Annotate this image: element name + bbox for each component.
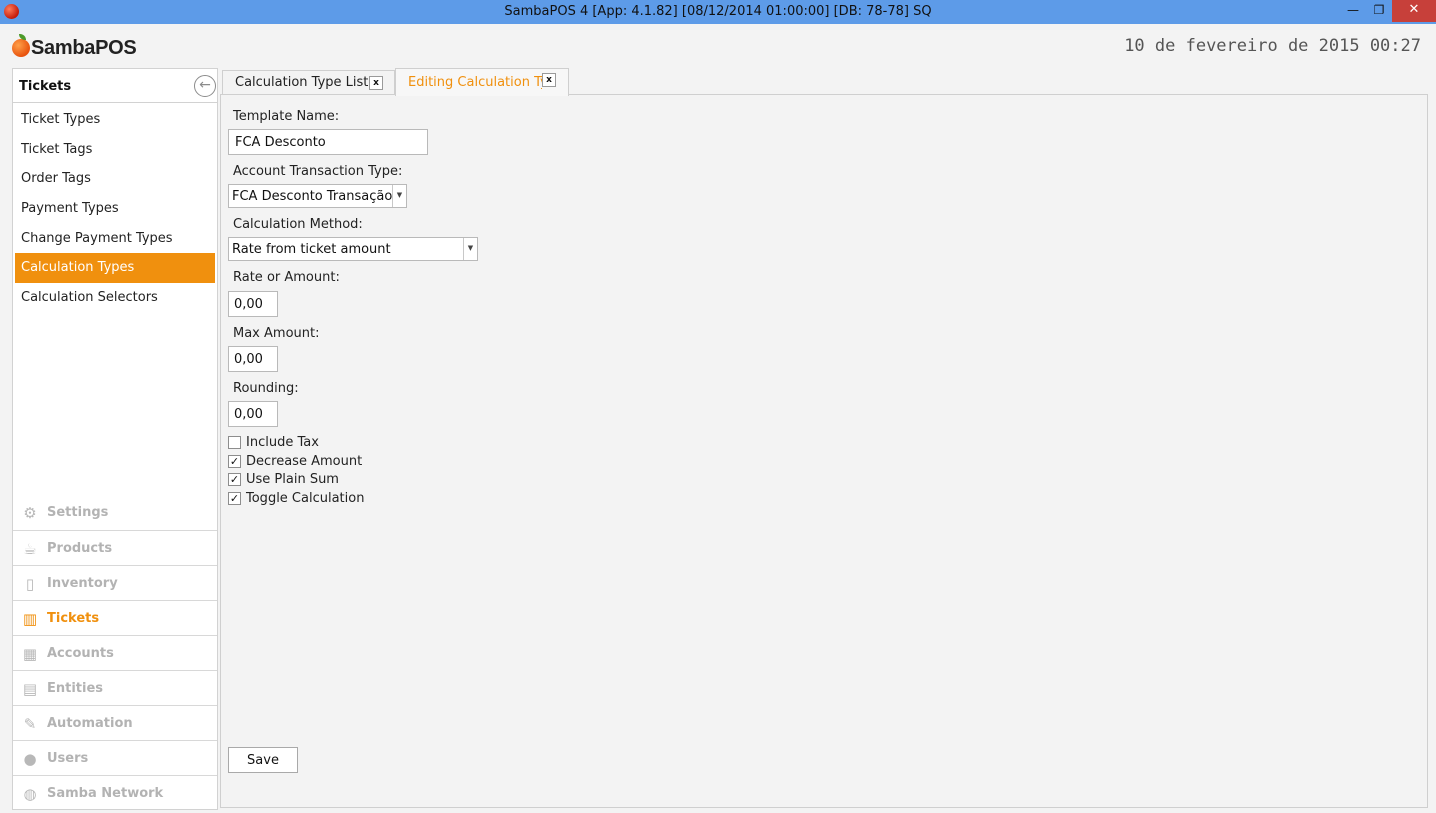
section-automation[interactable]: ✎ Automation [13, 705, 217, 740]
sambapos-logo: SambaPOS [12, 34, 137, 62]
gear-icon: ⚙ [23, 504, 37, 522]
sidebar-item-calculation-selectors[interactable]: Calculation Selectors [15, 283, 215, 313]
sidebar-title: Tickets [19, 79, 72, 94]
sidebar-item-ticket-types[interactable]: Ticket Types [15, 105, 215, 135]
max-amount-input[interactable]: 0,00 [228, 346, 278, 372]
section-users[interactable]: ● Users [13, 740, 217, 775]
pen-icon: ✎ [23, 715, 37, 733]
template-name-label: Template Name: [233, 109, 340, 124]
sidebar-menu: Ticket Types Ticket Tags Order Tags Paym… [15, 105, 215, 313]
close-window-button[interactable]: ✕ [1392, 0, 1436, 22]
sidebar-header: Tickets ← [13, 69, 217, 103]
use-plain-sum-checkbox[interactable]: ✓ Use Plain Sum [228, 471, 339, 487]
section-label: Settings [47, 505, 109, 520]
checkbox-box[interactable] [228, 435, 241, 449]
section-label: Products [47, 541, 113, 556]
coffee-cup-icon: ☕ [23, 540, 37, 558]
globe-icon: ◍ [23, 785, 37, 803]
editor-panel: Template Name: FCA Desconto Account Tran… [220, 94, 1428, 808]
sidebar-item-calculation-types[interactable]: Calculation Types [15, 253, 215, 284]
minimize-button[interactable]: — [1340, 0, 1366, 22]
checkmark-icon[interactable]: ✓ [228, 454, 241, 468]
chevron-down-icon: ▼ [463, 238, 477, 260]
calculation-method-select[interactable]: Rate from ticket amount ▼ [228, 237, 478, 261]
close-tab-button[interactable]: x [542, 73, 556, 87]
window-titlebar: SambaPOS 4 [App: 4.1.82] [08/12/2014 01:… [0, 0, 1436, 24]
decrease-amount-checkbox[interactable]: ✓ Decrease Amount [228, 453, 362, 469]
clock: 10 de fevereiro de 2015 00:27 [1124, 36, 1421, 56]
section-tickets[interactable]: ▥ Tickets [13, 600, 217, 635]
section-label: Tickets [47, 611, 100, 626]
rate-or-amount-label: Rate or Amount: [233, 270, 340, 285]
books-icon: ▥ [22, 610, 38, 628]
section-accounts[interactable]: ▦ Accounts [13, 635, 217, 670]
back-arrow-icon[interactable]: ← [194, 75, 216, 97]
tab-label: Calculation Type List [235, 75, 369, 90]
section-products[interactable]: ☕ Products [13, 530, 217, 565]
account-transaction-type-value: FCA Desconto Transação [232, 189, 393, 204]
checkbox-label: Decrease Amount [246, 453, 363, 469]
rounding-label: Rounding: [233, 381, 299, 396]
chevron-down-icon: ▼ [392, 185, 406, 207]
close-tab-button[interactable]: x [369, 76, 383, 90]
section-inventory[interactable]: ▯ Inventory [13, 565, 217, 600]
sidebar-item-change-payment-types[interactable]: Change Payment Types [15, 224, 215, 254]
calculator-icon: ▦ [22, 645, 38, 663]
include-tax-checkbox[interactable]: Include Tax [228, 434, 319, 450]
grid-icon: ▤ [22, 680, 38, 698]
section-label: Entities [47, 681, 104, 696]
checkbox-label: Include Tax [246, 434, 319, 450]
tab-editing-calculation-type[interactable]: Editing Calculation Type x [395, 68, 569, 96]
maximize-button[interactable]: ❐ [1366, 0, 1392, 22]
rate-or-amount-input[interactable]: 0,00 [228, 291, 278, 317]
checkbox-label: Toggle Calculation [246, 490, 365, 506]
section-samba-network[interactable]: ◍ Samba Network [13, 775, 217, 810]
logo-text: SambaPOS [31, 36, 137, 59]
account-transaction-type-label: Account Transaction Type: [233, 164, 403, 179]
sidebar-item-order-tags[interactable]: Order Tags [15, 164, 215, 194]
rounding-input[interactable]: 0,00 [228, 401, 278, 427]
section-entities[interactable]: ▤ Entities [13, 670, 217, 705]
save-button[interactable]: Save [228, 747, 298, 773]
max-amount-label: Max Amount: [233, 326, 320, 341]
section-label: Inventory [47, 576, 118, 591]
sidebar-item-ticket-tags[interactable]: Ticket Tags [15, 135, 215, 165]
account-transaction-type-select[interactable]: FCA Desconto Transação ▼ [228, 184, 407, 208]
toggle-calculation-checkbox[interactable]: ✓ Toggle Calculation [228, 490, 364, 506]
tab-calculation-type-list[interactable]: Calculation Type List x [222, 70, 395, 95]
checkmark-icon[interactable]: ✓ [228, 472, 241, 486]
sidebar-item-payment-types[interactable]: Payment Types [15, 194, 215, 224]
section-label: Accounts [47, 646, 114, 661]
sidebar: Tickets ← Ticket Types Ticket Tags Order… [12, 68, 218, 810]
window-title: SambaPOS 4 [App: 4.1.82] [08/12/2014 01:… [504, 4, 932, 19]
template-name-input[interactable]: FCA Desconto [228, 129, 428, 155]
checkmark-icon[interactable]: ✓ [228, 491, 241, 505]
section-label: Automation [47, 716, 133, 731]
orange-icon [12, 34, 30, 57]
user-icon: ● [23, 750, 37, 768]
sidebar-sections: ⚙ Settings ☕ Products ▯ Inventory ▥ Tick… [13, 495, 217, 810]
box-icon: ▯ [25, 575, 35, 593]
tab-label: Editing Calculation Type [408, 75, 542, 90]
calculation-method-label: Calculation Method: [233, 217, 363, 232]
section-label: Samba Network [47, 786, 164, 801]
calculation-method-value: Rate from ticket amount [232, 242, 391, 257]
section-settings[interactable]: ⚙ Settings [13, 495, 217, 530]
checkbox-label: Use Plain Sum [246, 471, 339, 487]
section-label: Users [47, 751, 89, 766]
